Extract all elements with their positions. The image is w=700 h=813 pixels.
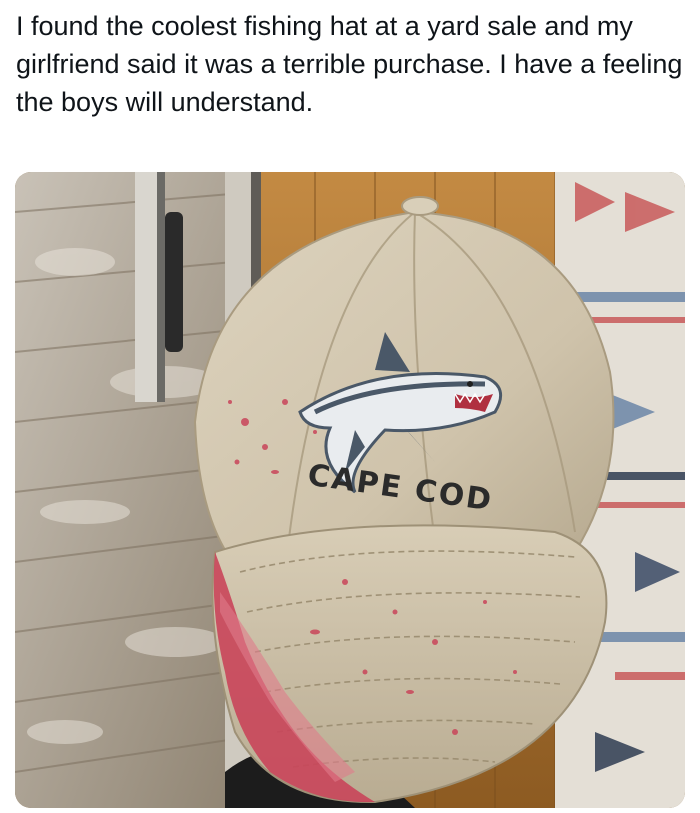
cap-photo-illustration: CAPE COD xyxy=(15,172,685,808)
door-frame-shadow xyxy=(157,172,165,402)
door-frame xyxy=(135,172,157,402)
door-handle xyxy=(165,212,183,352)
cap-button xyxy=(401,196,439,216)
post-photo: CAPE COD xyxy=(15,172,685,808)
post-caption: I found the coolest fishing hat at a yar… xyxy=(16,11,683,117)
